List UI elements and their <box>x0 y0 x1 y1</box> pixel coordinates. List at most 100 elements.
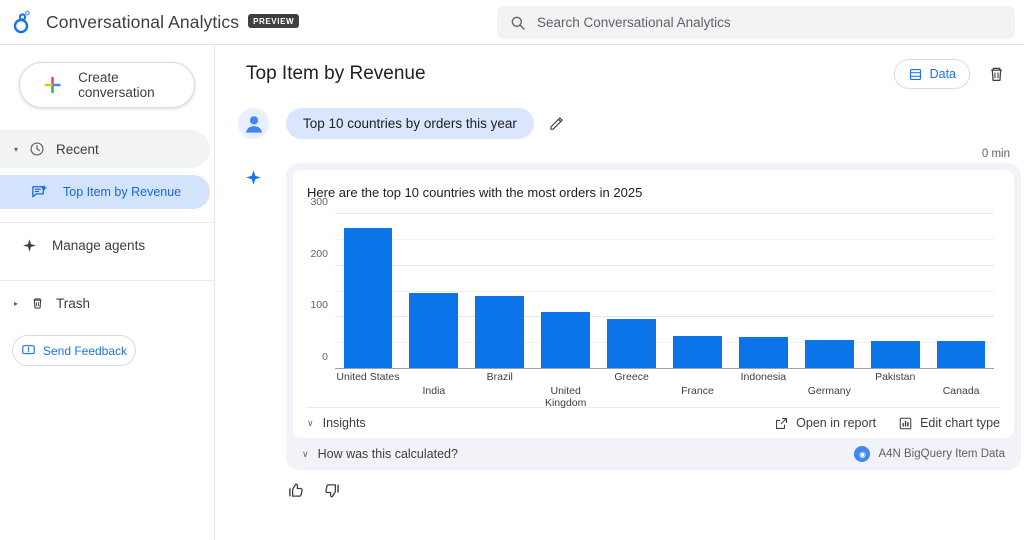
app-title: Conversational Analytics <box>46 11 240 32</box>
y-axis-tick: 200 <box>310 247 328 260</box>
x-axis-label: Pakistan <box>875 371 916 383</box>
app-logo <box>0 10 46 34</box>
chart-x-axis <box>335 368 994 369</box>
preview-badge: PREVIEW <box>248 14 300 28</box>
x-axis-label: Canada <box>942 385 980 397</box>
x-axis-label: Brazil <box>486 371 513 383</box>
rating-row <box>216 481 1024 505</box>
bar-slot <box>401 214 467 368</box>
sidebar-item-label: Top Item by Revenue <box>63 185 182 199</box>
bigquery-icon: ◉ <box>854 446 871 462</box>
data-source-badge[interactable]: ◉ A4N BigQuery Item Data <box>854 446 1005 462</box>
x-axis-label: France <box>681 385 714 397</box>
plus-icon <box>44 77 61 93</box>
search-placeholder: Search Conversational Analytics <box>537 15 731 30</box>
x-axis-label: Greece <box>614 371 649 383</box>
avatar <box>238 108 269 139</box>
bar-slot <box>928 214 994 368</box>
chevron-right-icon: ▸ <box>13 298 18 308</box>
bar-slot <box>730 214 796 368</box>
clock-icon <box>24 141 50 157</box>
bar-slot <box>796 214 862 368</box>
thumb-up-icon <box>289 483 303 497</box>
x-axis-label: Germany <box>807 385 851 397</box>
bar-slot <box>335 214 401 368</box>
chart-footer: ∨ Insights Open in report Edit chart typ… <box>307 407 1000 438</box>
data-source-label: A4N BigQuery Item Data <box>878 448 1005 460</box>
how-calculated-toggle[interactable]: ∨ How was this calculated? <box>302 447 854 461</box>
chevron-down-icon: ∨ <box>302 448 309 459</box>
sparkle-icon <box>16 238 42 253</box>
chart-bar[interactable] <box>673 335 722 368</box>
how-calculated-label: How was this calculated? <box>317 447 458 461</box>
bar-slot <box>862 214 928 368</box>
bar-chart-icon <box>899 417 912 429</box>
chart-bar[interactable] <box>343 228 393 368</box>
create-conversation-button[interactable]: Create conversation <box>19 62 195 108</box>
page-title: Top Item by Revenue <box>246 63 426 84</box>
bar-chart: 0 100 200 300 United States India Brazil Unite… <box>307 196 1000 409</box>
sidebar-item-manage-agents[interactable]: Manage agents <box>0 223 210 267</box>
bar-slot <box>599 214 665 368</box>
assistant-sparkle <box>238 163 269 470</box>
data-button-label: Data <box>929 67 956 81</box>
external-link-icon <box>776 417 788 429</box>
y-axis-tick: 300 <box>310 196 328 208</box>
user-message-row: Top 10 countries by orders this year <box>216 108 1024 139</box>
y-axis-tick: 0 <box>322 351 328 363</box>
open-in-report-button[interactable]: Open in report <box>774 416 876 431</box>
pencil-icon <box>550 117 563 130</box>
table-icon <box>909 68 921 80</box>
user-message-bubble: Top 10 countries by orders this year <box>286 108 534 139</box>
insights-toggle[interactable]: ∨ Insights <box>307 416 752 430</box>
sidebar-item-trash[interactable]: ▸ Trash <box>0 281 210 325</box>
search-icon <box>511 16 525 30</box>
sidebar-trash-label: Trash <box>56 295 91 311</box>
chart-bars <box>335 214 994 368</box>
chart-bar[interactable] <box>541 311 591 368</box>
chevron-down-icon: ∨ <box>307 417 314 428</box>
send-feedback-label: Send Feedback <box>42 343 128 358</box>
trash-icon <box>24 296 50 311</box>
sidebar: Create conversation ▾ Recent Top Item by… <box>0 46 215 540</box>
delete-conversation-button[interactable] <box>987 65 1006 84</box>
sidebar-recent-label: Recent <box>56 141 99 157</box>
chart-bar[interactable] <box>475 295 525 368</box>
data-button[interactable]: Data <box>893 59 970 89</box>
sparkle-icon <box>246 170 261 185</box>
insights-label: Insights <box>322 416 366 430</box>
chart-x-labels: United States India Brazil United Kingdom Gr… <box>335 371 994 409</box>
send-feedback-button[interactable]: Send Feedback <box>12 335 136 366</box>
chart-card: Here are the top 10 countries with the m… <box>293 170 1014 438</box>
chart-bar[interactable] <box>804 340 854 368</box>
sidebar-section-recent[interactable]: ▾ Recent <box>0 130 210 168</box>
thumb-down-button[interactable] <box>323 481 342 505</box>
conversation-icon <box>26 184 52 201</box>
x-axis-label: United States <box>336 371 400 383</box>
bar-slot <box>533 214 599 368</box>
sidebar-item-top-item-by-revenue[interactable]: Top Item by Revenue <box>0 175 210 209</box>
chart-bar[interactable] <box>409 292 459 368</box>
conversational-analytics-logo-icon <box>13 10 30 34</box>
thumb-up-button[interactable] <box>286 481 305 505</box>
edit-chart-type-button[interactable]: Edit chart type <box>898 416 1000 431</box>
how-calculated-row: ∨ How was this calculated? ◉ A4N BigQuer… <box>293 438 1014 470</box>
edit-message-button[interactable] <box>548 115 565 132</box>
assistant-text: Here are the top 10 countries with the m… <box>307 185 643 200</box>
chart-bar[interactable] <box>936 341 986 368</box>
user-avatar-icon <box>245 115 262 133</box>
bar-slot <box>467 214 533 368</box>
response-card: Here are the top 10 countries with the m… <box>286 163 1021 470</box>
search-input[interactable]: Search Conversational Analytics <box>497 6 1015 39</box>
chart-bar[interactable] <box>739 337 788 368</box>
x-axis-label: Indonesia <box>740 371 787 383</box>
y-axis-tick: 100 <box>310 299 328 312</box>
feedback-icon <box>22 345 35 355</box>
chart-bar[interactable] <box>607 319 656 368</box>
trash-icon <box>991 67 1002 81</box>
sidebar-manage-agents-label: Manage agents <box>52 237 146 253</box>
bar-slot <box>665 214 731 368</box>
assistant-response-row: Here are the top 10 countries with the m… <box>216 163 1024 470</box>
open-in-report-label: Open in report <box>796 416 877 430</box>
chart-bar[interactable] <box>870 340 920 368</box>
